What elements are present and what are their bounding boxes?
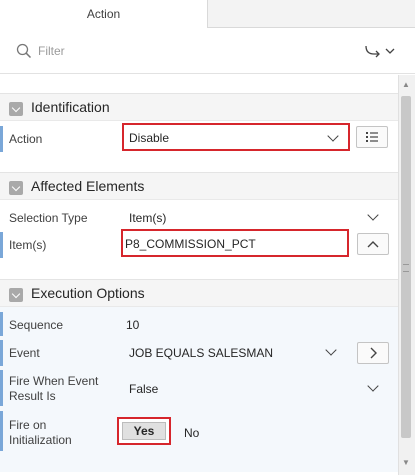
expand-items-button[interactable] (357, 233, 389, 255)
required-marker (0, 312, 3, 336)
section-affected-elements-header[interactable]: Affected Elements (0, 172, 398, 200)
required-marker (0, 126, 3, 152)
collapse-toggle-icon[interactable] (9, 288, 23, 302)
property-row-action: Action Disable (0, 122, 398, 156)
list-of-values-button[interactable] (356, 126, 388, 148)
yes-button[interactable]: Yes (122, 422, 166, 440)
required-marker (0, 340, 3, 366)
property-label: Selection Type (9, 211, 88, 225)
required-marker (0, 370, 3, 406)
collapse-toggle-icon[interactable] (9, 181, 23, 195)
sequence-value[interactable]: 10 (126, 318, 139, 332)
property-label: Sequence (9, 318, 64, 332)
chevron-right-icon (370, 347, 377, 359)
required-marker (0, 411, 3, 451)
fire-when-value[interactable]: False (129, 382, 158, 396)
scroll-up-arrow-icon[interactable]: ▲ (401, 80, 411, 90)
collapse-toggle-icon[interactable] (9, 102, 23, 116)
property-row-selection-type: Selection Type Item(s) (0, 205, 398, 229)
property-label: Item(s) (9, 238, 47, 252)
tab-action[interactable]: Action (0, 0, 208, 29)
chevron-down-icon (328, 132, 338, 142)
filter-input[interactable] (38, 40, 338, 62)
property-row-fire-when-event-result: Fire When Event Result Is False (0, 370, 398, 406)
property-row-sequence: Sequence 10 (0, 312, 398, 336)
chevron-down-icon[interactable] (326, 346, 336, 356)
section-identification-header[interactable]: Identification (0, 93, 398, 121)
section-title: Execution Options (31, 285, 145, 301)
section-title: Affected Elements (31, 178, 145, 194)
chevron-down-icon[interactable] (368, 211, 378, 221)
property-label-line-2: Initialization (9, 433, 72, 447)
no-button[interactable]: No (184, 426, 199, 440)
event-value[interactable]: JOB EQUALS SALESMAN (129, 346, 273, 360)
tab-bar: Action (0, 0, 415, 29)
action-select[interactable]: Disable (122, 123, 350, 151)
property-label-line-1: Fire When Event (9, 374, 99, 388)
selection-type-value[interactable]: Item(s) (129, 211, 166, 225)
scroll-down-arrow-icon[interactable]: ▼ (401, 458, 411, 468)
yes-toggle-highlight: Yes (117, 417, 171, 445)
event-details-button[interactable] (357, 342, 389, 364)
section-execution-options-header[interactable]: Execution Options (0, 279, 398, 307)
search-icon (16, 43, 32, 59)
property-label-line-2: Result Is (9, 389, 56, 403)
chevron-down-icon[interactable] (368, 382, 378, 392)
items-input-value: P8_COMMISSION_PCT (125, 237, 256, 251)
property-label-line-1: Fire on (9, 418, 47, 432)
items-input[interactable]: P8_COMMISSION_PCT (121, 229, 349, 257)
property-row-items: Item(s) P8_COMMISSION_PCT (0, 229, 398, 261)
property-label: Action (9, 132, 43, 146)
go-to-icon[interactable] (363, 42, 397, 60)
property-panel: Identification Action Disable Affected E… (0, 75, 398, 475)
list-icon (366, 132, 378, 142)
chevron-up-icon (367, 241, 379, 248)
section-title: Identification (31, 99, 110, 115)
required-marker (0, 232, 3, 258)
filter-bar (0, 28, 415, 74)
scrollbar-grip-icon (403, 264, 409, 272)
property-label: Event (9, 346, 40, 360)
action-select-value: Disable (129, 131, 170, 145)
property-row-event: Event JOB EQUALS SALESMAN (0, 340, 398, 366)
